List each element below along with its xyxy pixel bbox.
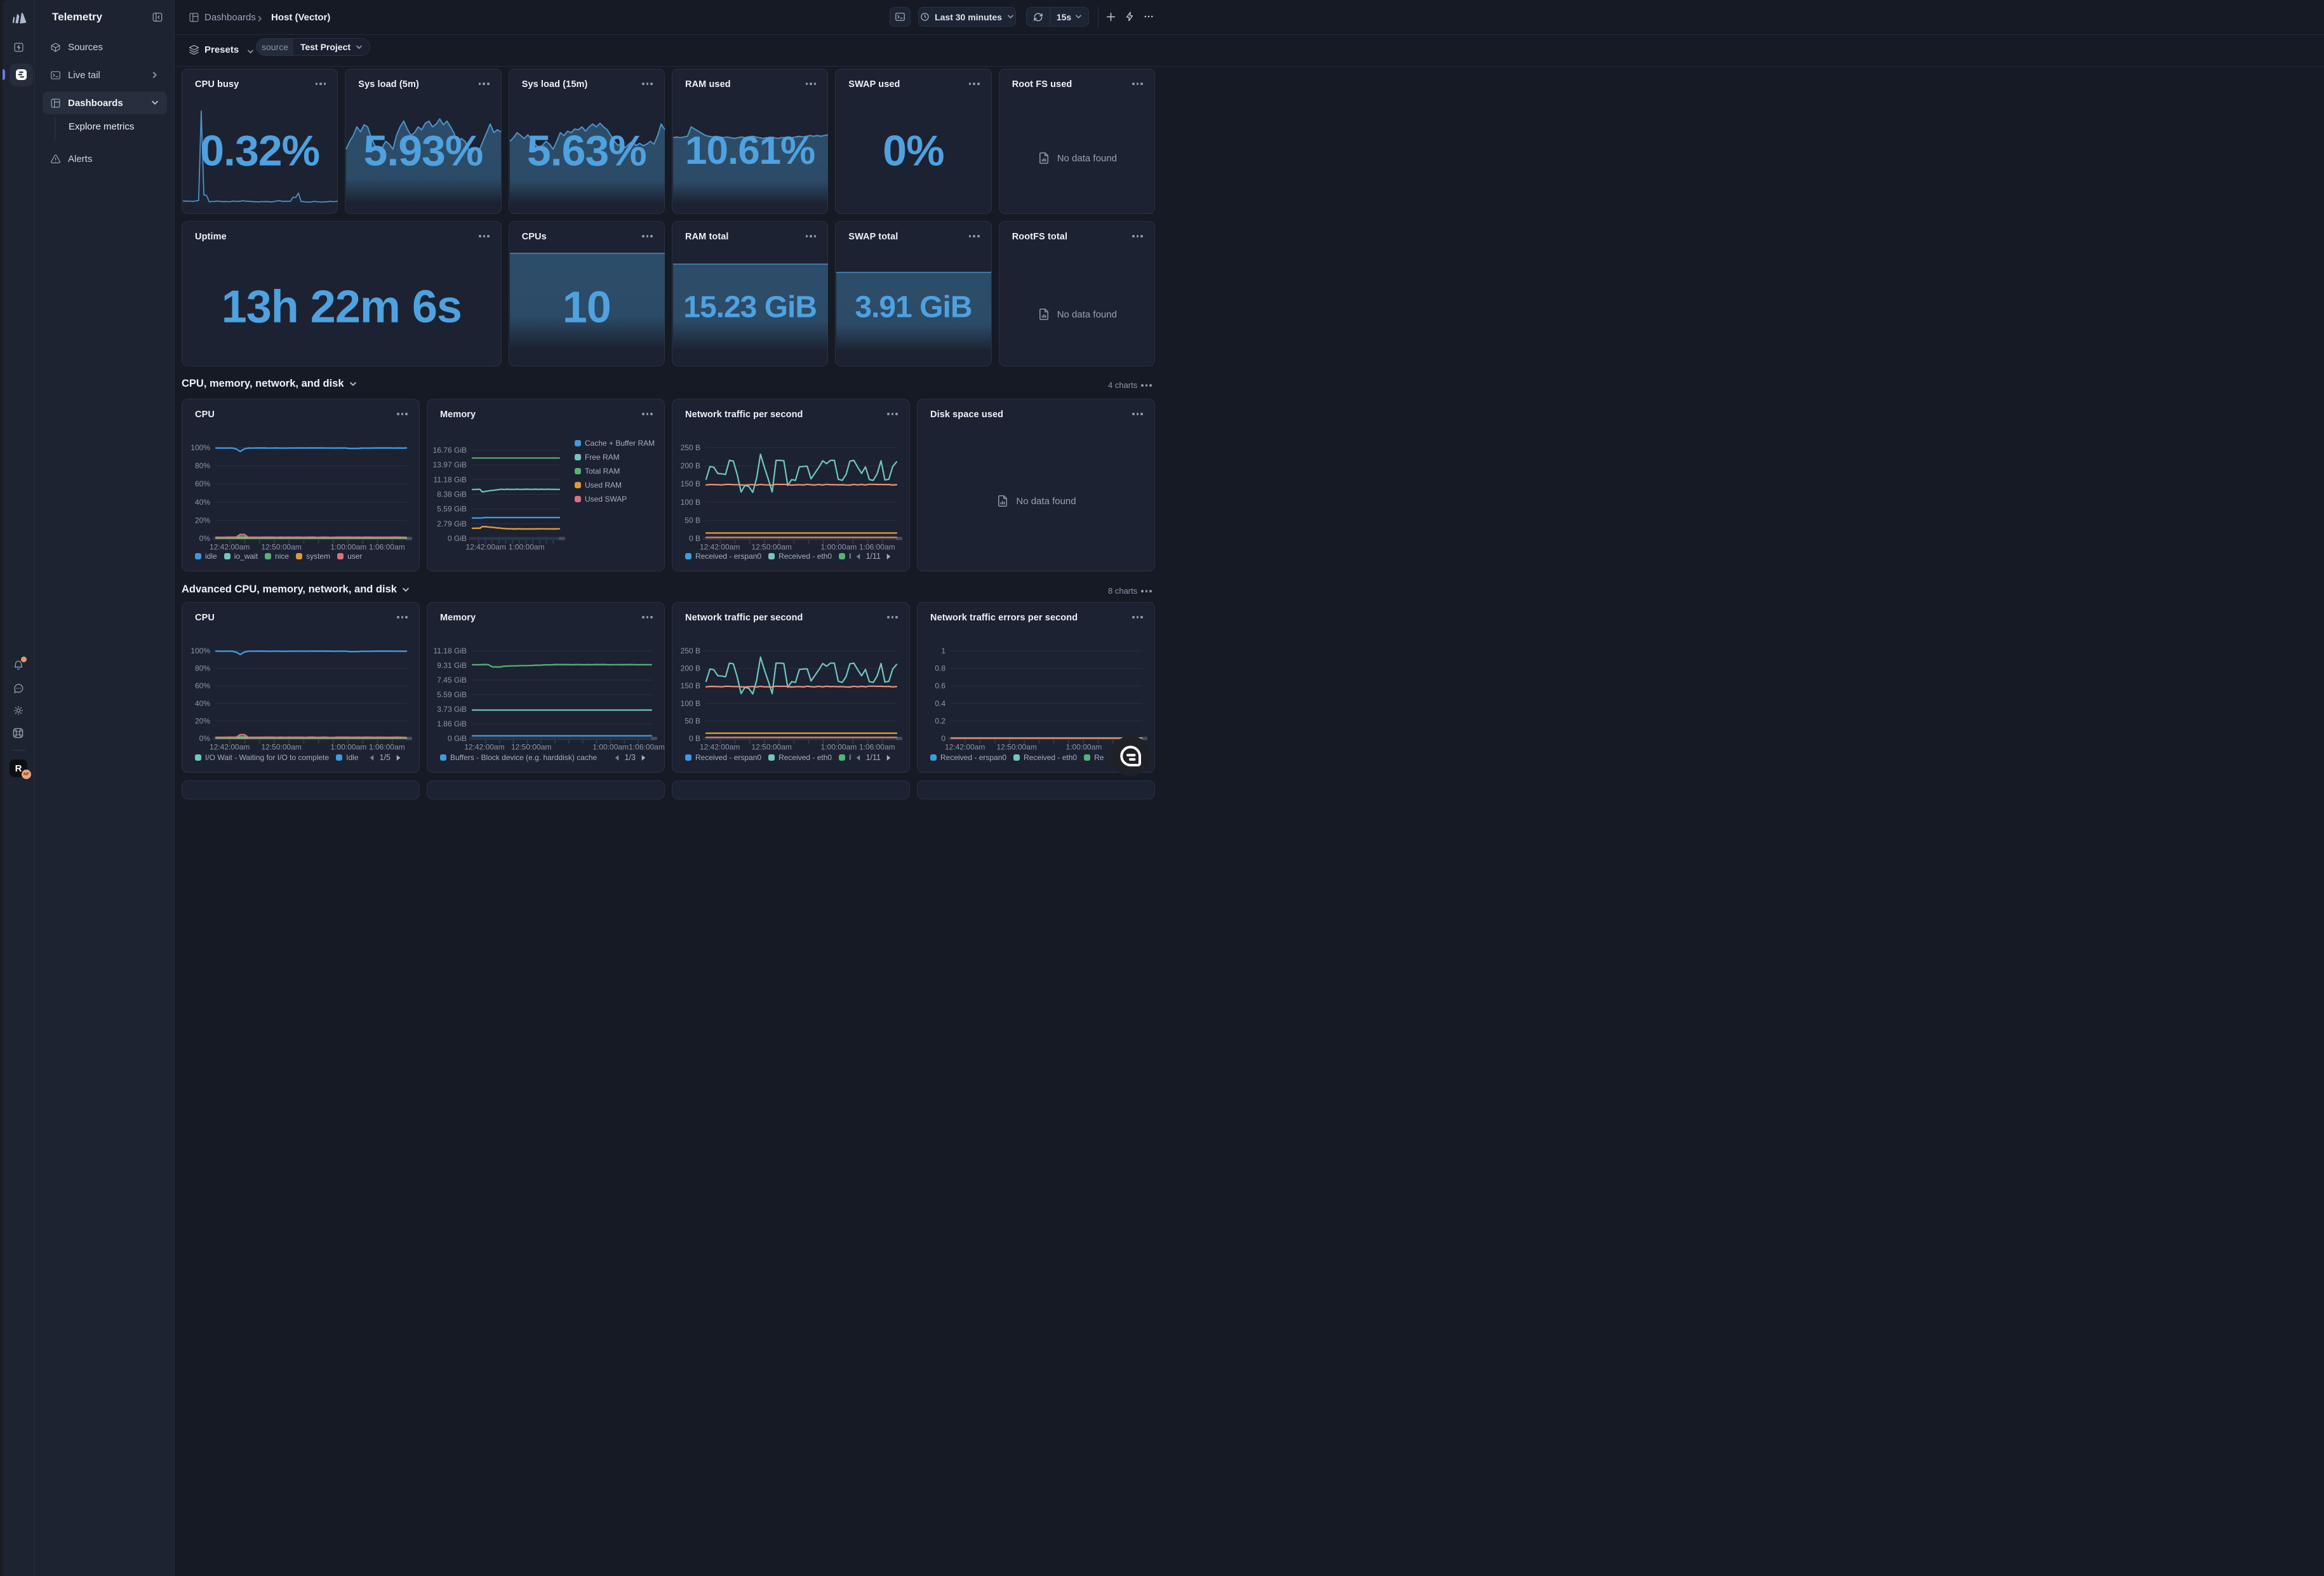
svg-text:0 GiB: 0 GiB	[448, 734, 467, 743]
svg-text:60%: 60%	[195, 681, 210, 690]
svg-text:1:00:00am: 1:00:00am	[592, 743, 629, 752]
svg-text:1:06:00am: 1:06:00am	[369, 543, 405, 552]
svg-text:0.8: 0.8	[935, 664, 945, 673]
svg-text:50 B: 50 B	[685, 716, 700, 725]
svg-text:0.2: 0.2	[935, 716, 945, 725]
svg-text:200 B: 200 B	[681, 462, 700, 471]
svg-text:1: 1	[941, 646, 945, 655]
svg-text:12:42:00am: 12:42:00am	[945, 743, 985, 752]
svg-text:100%: 100%	[190, 443, 210, 452]
svg-text:12:50:00am: 12:50:00am	[997, 743, 1037, 752]
svg-text:12:50:00am: 12:50:00am	[511, 743, 551, 752]
svg-text:12:42:00am: 12:42:00am	[210, 743, 250, 752]
svg-text:11.18 GiB: 11.18 GiB	[434, 646, 467, 655]
svg-text:1:00:00am: 1:00:00am	[509, 543, 545, 552]
svg-text:0.6: 0.6	[935, 681, 945, 690]
svg-text:5.59 GiB: 5.59 GiB	[437, 690, 467, 699]
svg-text:12:50:00am: 12:50:00am	[752, 743, 792, 752]
svg-text:0%: 0%	[199, 734, 211, 743]
svg-text:0: 0	[941, 734, 945, 743]
svg-text:60%: 60%	[195, 479, 210, 488]
svg-text:12:42:00am: 12:42:00am	[464, 743, 504, 752]
svg-text:250 B: 250 B	[681, 646, 700, 655]
svg-text:0%: 0%	[199, 534, 211, 543]
svg-text:80%: 80%	[195, 664, 210, 673]
svg-text:2.79 GiB: 2.79 GiB	[437, 519, 467, 528]
svg-text:1:06:00am: 1:06:00am	[859, 743, 895, 752]
svg-text:1:06:00am: 1:06:00am	[629, 743, 665, 752]
svg-text:7.45 GiB: 7.45 GiB	[437, 676, 467, 684]
svg-text:9.31 GiB: 9.31 GiB	[437, 661, 467, 670]
svg-text:150 B: 150 B	[681, 681, 700, 690]
svg-text:100%: 100%	[190, 646, 210, 655]
svg-text:8.38 GiB: 8.38 GiB	[437, 490, 467, 499]
svg-text:12:42:00am: 12:42:00am	[466, 543, 506, 552]
svg-text:100 B: 100 B	[681, 498, 700, 507]
svg-text:250 B: 250 B	[681, 443, 700, 452]
svg-text:12:50:00am: 12:50:00am	[752, 543, 792, 552]
svg-text:200 B: 200 B	[681, 664, 700, 673]
svg-text:16.76 GiB: 16.76 GiB	[433, 446, 467, 455]
svg-text:1.86 GiB: 1.86 GiB	[437, 719, 467, 728]
svg-text:40%: 40%	[195, 699, 210, 708]
svg-text:12:50:00am: 12:50:00am	[262, 543, 302, 552]
svg-text:3.73 GiB: 3.73 GiB	[437, 705, 467, 714]
svg-text:0 GiB: 0 GiB	[448, 534, 467, 543]
svg-text:0.4: 0.4	[935, 699, 945, 708]
svg-text:5.59 GiB: 5.59 GiB	[437, 505, 467, 514]
svg-text:0 B: 0 B	[689, 734, 700, 743]
svg-text:20%: 20%	[195, 516, 210, 524]
svg-text:13.97 GiB: 13.97 GiB	[433, 460, 467, 469]
svg-text:1:00:00am: 1:00:00am	[821, 743, 857, 752]
svg-text:1:00:00am: 1:00:00am	[821, 543, 857, 552]
svg-text:40%: 40%	[195, 498, 210, 507]
svg-text:12:42:00am: 12:42:00am	[700, 743, 740, 752]
svg-text:0 B: 0 B	[689, 534, 700, 543]
svg-text:150 B: 150 B	[681, 479, 700, 488]
svg-text:50 B: 50 B	[685, 516, 700, 524]
svg-text:100 B: 100 B	[681, 699, 700, 708]
svg-text:12:50:00am: 12:50:00am	[262, 743, 302, 752]
svg-text:1:06:00am: 1:06:00am	[859, 543, 895, 552]
svg-text:80%: 80%	[195, 462, 210, 471]
svg-text:12:42:00am: 12:42:00am	[210, 543, 250, 552]
svg-text:1:00:00am: 1:00:00am	[1066, 743, 1102, 752]
svg-text:20%: 20%	[195, 716, 210, 725]
svg-text:12:42:00am: 12:42:00am	[700, 543, 740, 552]
svg-text:11.18 GiB: 11.18 GiB	[434, 475, 467, 484]
svg-text:1:00:00am: 1:00:00am	[331, 743, 367, 752]
svg-text:1:06:00am: 1:06:00am	[369, 743, 405, 752]
svg-text:1:00:00am: 1:00:00am	[331, 543, 367, 552]
